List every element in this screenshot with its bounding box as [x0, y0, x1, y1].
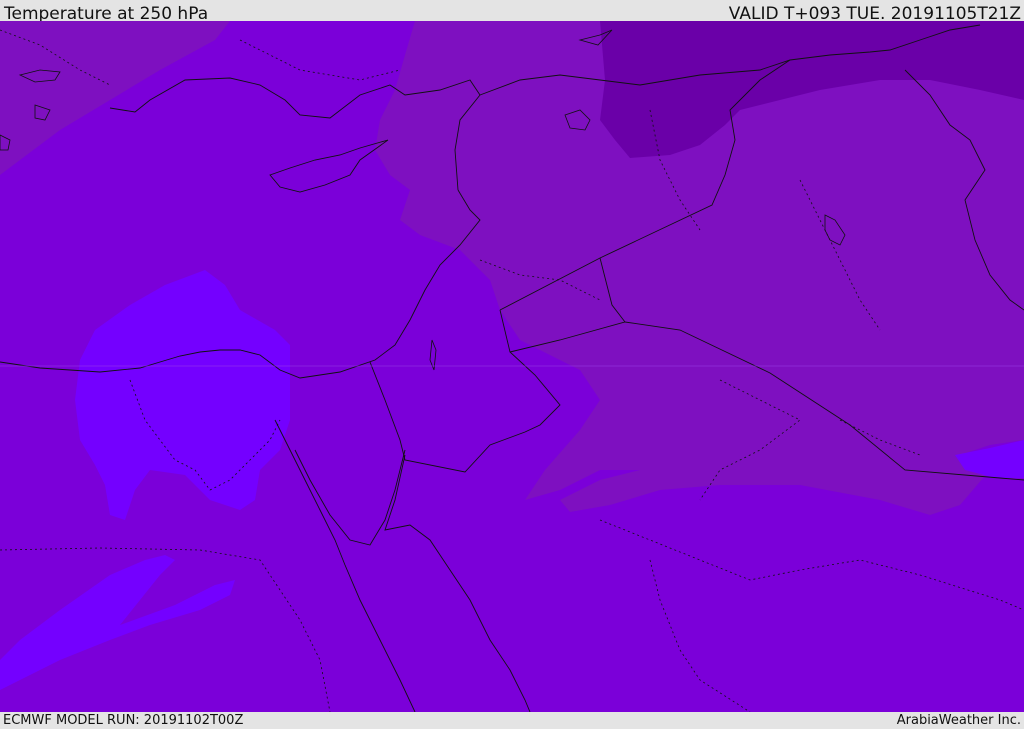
footer-bar: ECMWF MODEL RUN: 20191102T00Z ArabiaWeat…	[0, 712, 1024, 729]
credit-label: ArabiaWeather Inc.	[896, 713, 1021, 728]
map-canvas	[0, 21, 1024, 712]
weather-map[interactable]	[0, 21, 1024, 712]
model-run-label: ECMWF MODEL RUN: 20191102T00Z	[3, 713, 244, 728]
header-bar: Temperature at 250 hPa VALID T+093 TUE. …	[0, 0, 1024, 24]
